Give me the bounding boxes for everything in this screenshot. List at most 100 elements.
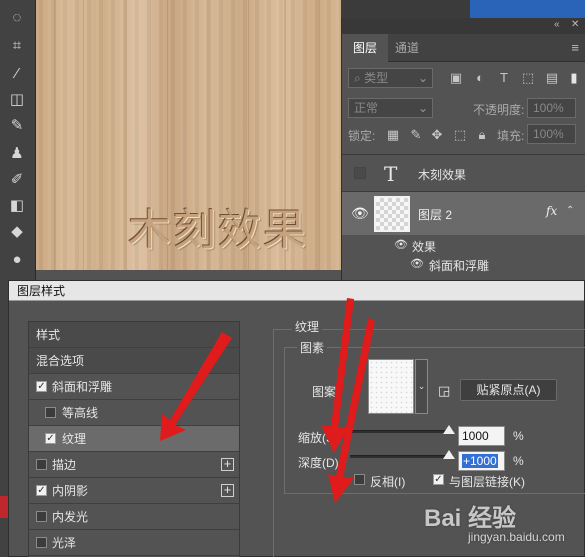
lock-label: 锁定:	[348, 129, 376, 143]
depth-value: +1000	[462, 454, 498, 468]
dialog-title: 图层样式	[9, 281, 584, 301]
visibility-toggle[interactable]	[354, 167, 366, 179]
style-item-contour[interactable]: 等高线	[29, 400, 239, 426]
fill-input[interactable]: 100%	[527, 124, 576, 144]
smart-object-filter-icon[interactable]: ▤	[544, 70, 560, 86]
healing-tool-icon[interactable]: ◫	[6, 90, 28, 110]
panel-menu-icon[interactable]: ≡	[571, 40, 579, 55]
pattern-swatch[interactable]	[368, 359, 414, 414]
fill-value: 100%	[533, 127, 564, 141]
lock-row: 锁定: ▦ ✎ ✥ ⬚ 🔒︎ 填充: 100%	[342, 124, 585, 148]
blend-row: 正常 ⌄ 不透明度: 100%	[342, 98, 585, 122]
filter-toggle-icon[interactable]: ▮	[566, 70, 582, 86]
add-stroke-icon[interactable]: +	[221, 457, 234, 471]
style-label: 内发光	[52, 510, 89, 524]
scale-slider[interactable]	[350, 430, 453, 433]
opacity-input[interactable]: 100%	[527, 98, 576, 118]
kind-filter-select[interactable]: ⌕ 类型 ⌄	[348, 68, 433, 88]
watermark-url: jingyan.baidu.com	[468, 530, 565, 544]
eye-icon[interactable]: 👁︎	[351, 205, 369, 222]
style-item-inner-shadow[interactable]: ✓ 内阴影 +	[29, 478, 239, 504]
stamp-tool-icon[interactable]: ♟	[6, 144, 28, 164]
group-title: 图素	[297, 339, 328, 356]
lock-pixels-icon[interactable]: ✎	[408, 127, 424, 143]
history-brush-icon[interactable]: ✐	[6, 170, 28, 190]
style-item-texture[interactable]: ✓ 纹理	[29, 426, 239, 452]
depth-slider[interactable]	[350, 455, 453, 458]
invert-checkbox[interactable]	[354, 474, 365, 485]
tab-channels[interactable]: 通道	[384, 34, 430, 62]
kind-filter-value: 类型	[364, 71, 389, 85]
fx-icon[interactable]: fx	[546, 204, 557, 218]
style-label: 斜面和浮雕	[52, 380, 113, 394]
depth-slider-thumb[interactable]	[443, 450, 455, 459]
scale-slider-thumb[interactable]	[443, 425, 455, 434]
crop-tool-icon[interactable]: ⌗	[6, 36, 28, 56]
new-preset-icon[interactable]: ◲	[438, 383, 450, 399]
scale-input[interactable]: 1000	[458, 426, 505, 446]
blur-tool-icon[interactable]: ●	[6, 250, 28, 270]
style-item-bevel-emboss[interactable]: ✓ 斜面和浮雕	[29, 374, 239, 400]
eraser-tool-icon[interactable]: ◧	[6, 196, 28, 216]
link-with-layer-checkbox[interactable]: ✓	[433, 474, 444, 485]
invert-label: 反相(I)	[370, 475, 406, 489]
inner-shadow-checkbox[interactable]: ✓	[36, 485, 47, 496]
close-icon[interactable]: ✕	[571, 19, 579, 30]
style-item-styles[interactable]: 样式	[29, 322, 239, 348]
lock-position-icon[interactable]: ✥	[429, 127, 445, 143]
link-with-layer-label: 与图层链接(K)	[449, 475, 525, 489]
styles-list: 样式 混合选项 ✓ 斜面和浮雕 等高线 ✓ 纹理 描边 + ✓ 内阴影 + 内发…	[28, 321, 240, 557]
blend-mode-select[interactable]: 正常 ⌄	[348, 98, 433, 118]
style-label: 光泽	[52, 536, 77, 550]
snap-to-origin-button[interactable]: 贴紧原点(A)	[460, 379, 557, 401]
type-filter-icon[interactable]: T	[496, 70, 512, 86]
depth-input[interactable]: +1000	[458, 451, 505, 471]
style-label: 描边	[52, 458, 77, 472]
eyedropper-tool-icon[interactable]: ⁄	[6, 64, 28, 84]
style-item-stroke[interactable]: 描边 +	[29, 452, 239, 478]
layer-row-image[interactable]: 👁︎ 图层 2 fx ⌃	[342, 191, 585, 235]
image-filter-icon[interactable]: ▣	[448, 70, 464, 86]
bevel-checkbox[interactable]: ✓	[36, 381, 47, 392]
tab-layers[interactable]: 图层	[342, 34, 389, 62]
chevron-down-icon: ⌄	[417, 71, 428, 85]
eye-icon[interactable]: 👁︎	[410, 257, 424, 270]
document-canvas[interactable]: 木刻效果	[36, 0, 341, 270]
lock-transparency-icon[interactable]: ▦	[385, 127, 401, 143]
fill-label: 填充:	[497, 129, 525, 143]
layer-row-text[interactable]: T 木刻效果	[342, 154, 585, 191]
style-item-blending-options[interactable]: 混合选项	[29, 348, 239, 374]
effect-item-bevel[interactable]: 👁︎ 斜面和浮雕	[342, 254, 585, 276]
style-item-inner-glow[interactable]: 内发光	[29, 504, 239, 530]
brush-tool-icon[interactable]: ✎	[6, 116, 28, 136]
pattern-label: 图案:	[312, 385, 340, 399]
pattern-dropdown-icon[interactable]: ⌄	[415, 359, 428, 414]
panel-titlebar: « ✕	[342, 18, 585, 34]
effects-label: 效果	[412, 240, 437, 254]
style-item-satin[interactable]: 光泽	[29, 530, 239, 556]
collapse-icon[interactable]: «	[554, 19, 560, 30]
texture-checkbox[interactable]: ✓	[45, 433, 56, 444]
paint-bucket-icon[interactable]: ◆	[6, 222, 28, 242]
lock-all-icon[interactable]: 🔒︎	[474, 127, 490, 143]
adjustment-filter-icon[interactable]: ◐	[472, 70, 488, 86]
inner-glow-checkbox[interactable]	[36, 511, 47, 522]
satin-checkbox[interactable]	[36, 537, 47, 548]
stroke-checkbox[interactable]	[36, 459, 47, 470]
red-swatch	[0, 496, 8, 518]
layers-panel: « ✕ 图层 通道 ≡ ⌕ 类型 ⌄ ▣ ◐ T ⬚ ▤ ▮ 正常 ⌄ 不透明度: …	[341, 18, 585, 280]
chevron-down-icon[interactable]: ⌃	[566, 205, 574, 216]
shape-filter-icon[interactable]: ⬚	[520, 70, 536, 86]
style-label: 样式	[36, 328, 61, 342]
lasso-tool-icon[interactable]: ◌	[6, 8, 28, 28]
search-icon: ⌕	[354, 71, 365, 85]
style-label: 混合选项	[36, 354, 85, 368]
add-inner-shadow-icon[interactable]: +	[221, 483, 234, 497]
lock-artboard-icon[interactable]: ⬚	[452, 127, 468, 143]
depth-label: 深度(D):	[298, 456, 342, 470]
type-layer-icon: T	[384, 162, 398, 186]
layer-name: 图层 2	[418, 208, 453, 222]
contour-checkbox[interactable]	[45, 407, 56, 418]
opacity-label: 不透明度:	[473, 103, 525, 117]
eye-icon[interactable]: 👁︎	[394, 238, 408, 251]
